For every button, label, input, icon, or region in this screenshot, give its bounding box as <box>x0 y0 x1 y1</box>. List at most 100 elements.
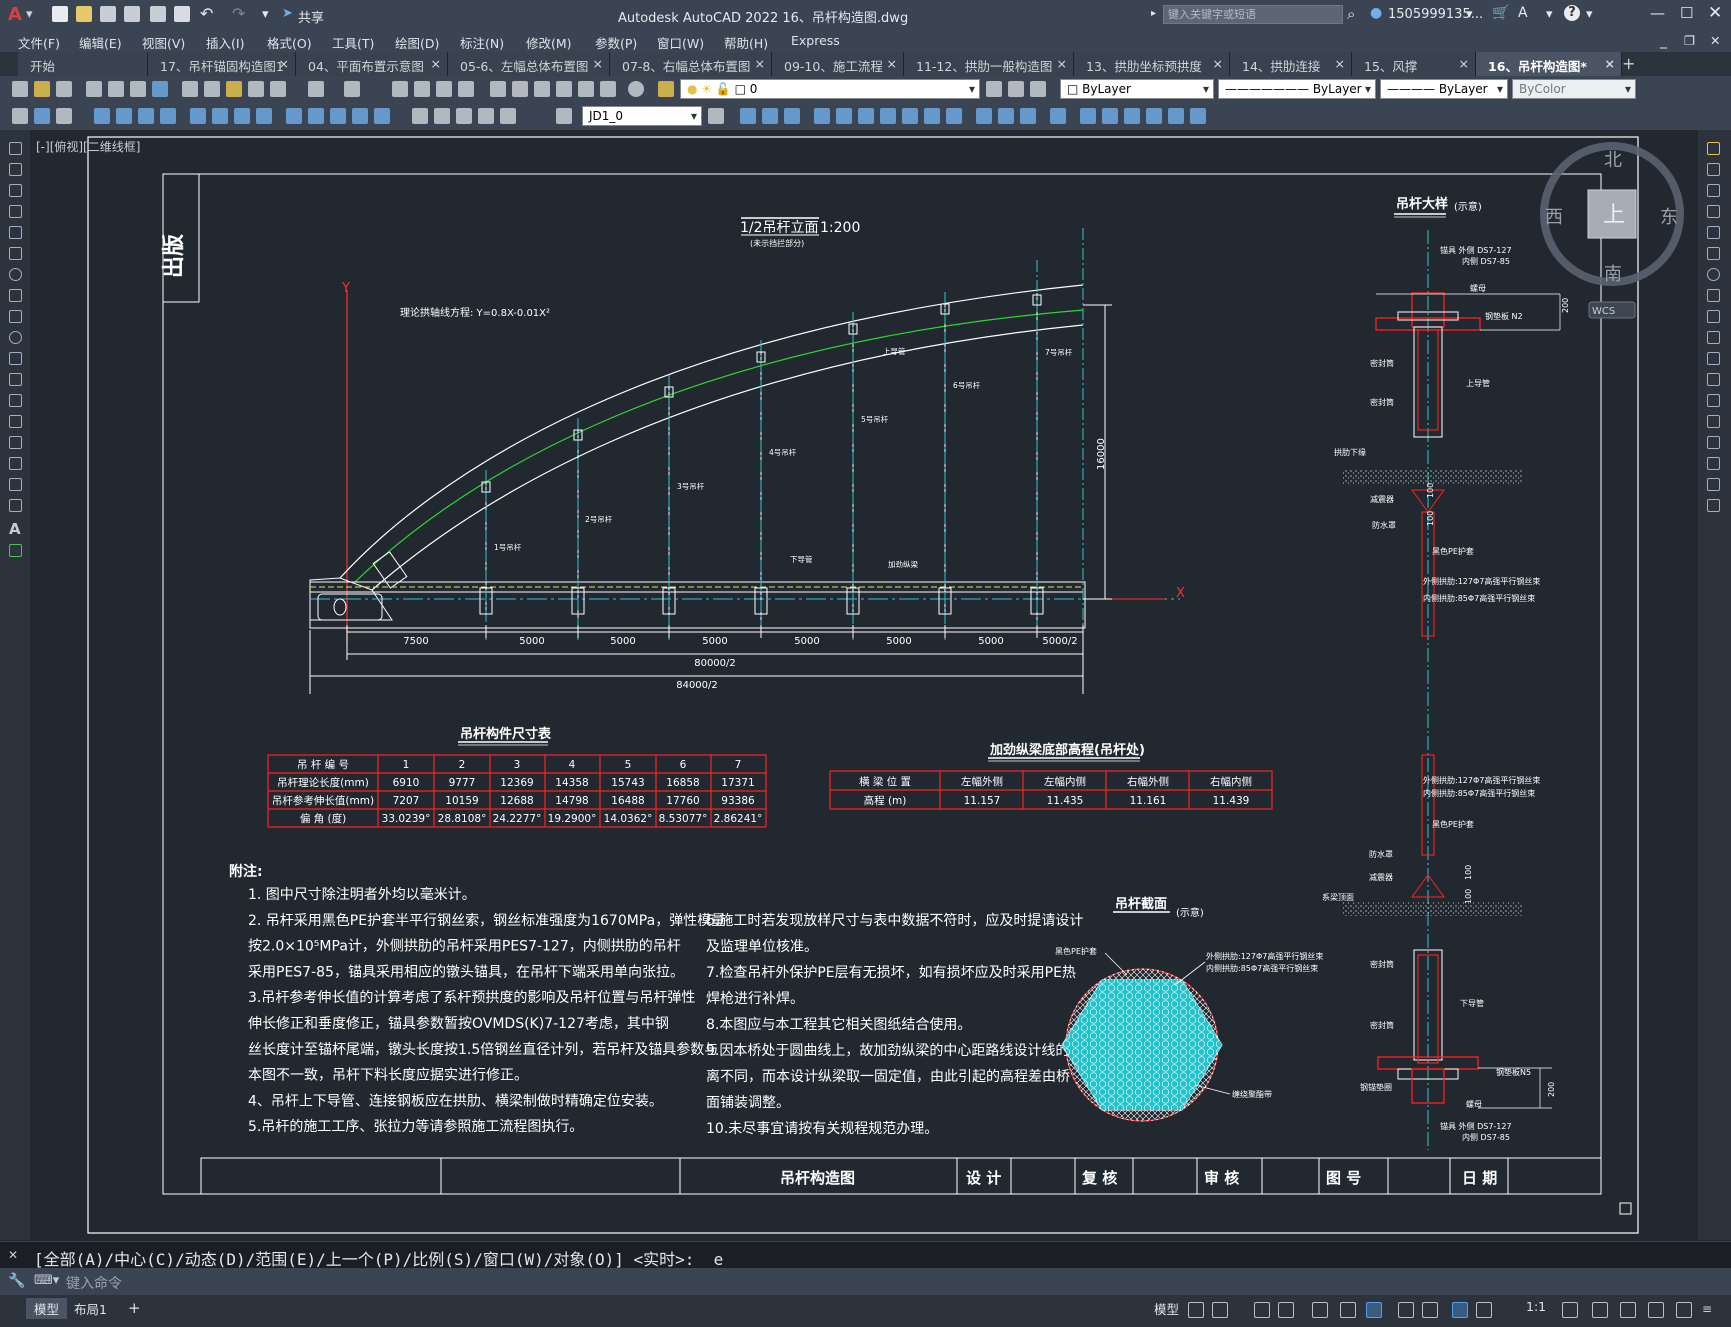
note-line: 6.施工时若发现放样尺寸与表中数据不符时，应及时提请设计 <box>706 912 1083 929</box>
detail-label: 密封筒 <box>1370 1020 1394 1030</box>
model-space-button[interactable]: 模型 <box>1146 1298 1187 1319</box>
command-input-bar[interactable]: 🔧 ⌨▾ 键入命令 <box>0 1268 1731 1295</box>
table-cell: 17371 <box>721 777 754 789</box>
osnap-tracking-icon[interactable] <box>1340 1302 1356 1318</box>
hanger-label-5: 5号吊杆 <box>861 414 889 424</box>
hanger-label-2: 2号吊杆 <box>585 514 613 524</box>
table-cell: 16858 <box>666 777 699 789</box>
dim-5000: 5000 <box>610 636 635 647</box>
dim-80000-half: 80000/2 <box>694 658 736 669</box>
detail-label: 减震器 <box>1370 494 1394 504</box>
detail-dim: 100 <box>1464 889 1473 904</box>
ortho-icon[interactable] <box>1254 1302 1270 1318</box>
section-label-inner: 内侧拱肋:85Φ7高强平行钢丝束 <box>1206 963 1318 973</box>
command-history-text: [全部(A)/中心(C)/动态(D)/范围(E)/上一个(P)/比例(S)/窗口… <box>34 1250 724 1269</box>
titleblock-drawing-name: 吊杆构造图 <box>780 1169 855 1187</box>
table-cell: 14.0362° <box>604 813 653 825</box>
table-header-cell: 右幅外侧 <box>1127 775 1169 788</box>
arch-axis-line <box>354 309 1084 583</box>
detail-label: 螺母 <box>1466 1099 1482 1109</box>
table-cell: 吊杆参考伸长值(mm) <box>272 794 374 807</box>
table-cell: 12369 <box>500 777 533 789</box>
section-label-outer: 外侧拱肋:127Φ7高强平行钢丝束 <box>1206 951 1323 961</box>
table-header-cell: 左幅外侧 <box>961 775 1003 788</box>
note-line: 离不同，而本设计纵梁取一固定值，由此引起的高程差由桥 <box>706 1068 1070 1085</box>
beam-void <box>333 598 347 616</box>
hanger-label-3: 3号吊杆 <box>677 481 705 491</box>
elev-title: 1/2吊杆立面 <box>740 220 819 236</box>
y-axis-label: Y <box>341 281 350 296</box>
detail-leaders <box>1376 293 1561 1109</box>
detail-label: 内侧 DS7-85 <box>1462 256 1510 266</box>
plus-icon[interactable] <box>1592 1302 1608 1318</box>
wrench-icon[interactable]: 🔧 <box>8 1273 25 1289</box>
dim-5000-half: 5000/2 <box>1042 636 1077 647</box>
clean-screen-icon[interactable] <box>1676 1302 1692 1318</box>
command-input[interactable]: 键入命令 <box>66 1273 122 1293</box>
table-header-cell: 横 梁 位 置 <box>859 775 911 788</box>
elev-scale: 1:200 <box>820 220 860 236</box>
table-cell: 14798 <box>555 795 588 807</box>
detail-label: 钢垫板 N2 <box>1485 311 1523 321</box>
detail-label: 内侧拱肋:85Φ7高强平行钢丝束 <box>1423 788 1535 798</box>
detail-label: 密封筒 <box>1370 358 1394 368</box>
titleblock-designer: 设 计 <box>966 1169 1001 1187</box>
note-line: 9.因本桥处于圆曲线上，故加劲纵梁的中心距路线设计线的距 <box>706 1043 1083 1059</box>
section-label-wrap: 缠绕聚酯带 <box>1232 1089 1272 1099</box>
polar-icon[interactable] <box>1278 1302 1294 1318</box>
tab-model[interactable]: 模型 <box>26 1298 68 1319</box>
table-header-cell: 6 <box>680 759 687 771</box>
menu-icon[interactable]: ≡ <box>1702 1302 1718 1318</box>
note-line: 本图不一致，吊杆下料长度应据实进行修正。 <box>248 1067 528 1084</box>
notes-right: 6.施工时若发现放样尺寸与表中数据不符时，应及时提请设计 及监理单位核准。 7.检… <box>706 912 1083 1137</box>
grid-icon[interactable] <box>1188 1302 1204 1318</box>
isolate-icon[interactable] <box>1620 1302 1636 1318</box>
detail-arch-bottom <box>1342 470 1522 484</box>
detail-dim: 200 <box>1547 1082 1556 1097</box>
detail-label: 密封筒 <box>1370 959 1394 969</box>
note-line: 7.检查吊杆外保护PE层有无损坏，如有损坏应及时采用PE热 <box>706 964 1076 981</box>
detail-label: 内侧拱肋:85Φ7高强平行钢丝束 <box>1423 593 1535 603</box>
detail-dim: 100 <box>1426 483 1435 498</box>
add-layout-button[interactable]: + <box>120 1298 149 1318</box>
table-cell: 8.53077° <box>659 813 708 825</box>
lineweight-icon[interactable] <box>1398 1302 1414 1318</box>
drawing-svg: 出版 1/2吊杆立面 1:200 (未示挡拦部分) Y 理论拱轴线方程: Y=0… <box>87 136 1684 1234</box>
hanger-label-7: 7号吊杆 <box>1045 347 1073 357</box>
compass-west: 西 <box>1545 207 1563 228</box>
detail-label: 钢锚垫圈 <box>1360 1082 1392 1092</box>
hardware-accel-icon[interactable] <box>1648 1302 1664 1318</box>
note-line: 伸长修正和垂度修正，锚具参数暂按OVMDS(K)7-127考虑，其中钢 <box>248 1015 669 1032</box>
detail-label: 上导管 <box>1466 378 1490 388</box>
dim-5000: 5000 <box>519 636 544 647</box>
isodraft-icon[interactable] <box>1312 1302 1328 1318</box>
close-icon[interactable]: ✕ <box>8 1248 18 1262</box>
detail-title: 吊杆大样 <box>1396 196 1448 212</box>
osnap-icon[interactable] <box>1366 1302 1382 1318</box>
command-prompt-icon[interactable]: ⌨▾ <box>34 1273 59 1288</box>
dim-5000: 5000 <box>794 636 819 647</box>
elev-subtitle: (未示挡拦部分) <box>750 238 804 248</box>
table-cell: 11.439 <box>1213 795 1250 807</box>
annotation-visibility-icon[interactable] <box>1452 1302 1468 1318</box>
tab-layout1[interactable]: 布局1 <box>66 1298 115 1319</box>
ucs-menu: WCS <box>1592 306 1615 317</box>
dim-5000: 5000 <box>702 636 727 647</box>
transparency-icon[interactable] <box>1422 1302 1438 1318</box>
note-line: 10.未尽事宜请按有关规程规范办理。 <box>706 1120 938 1137</box>
detail-label: 系梁顶面 <box>1322 892 1354 902</box>
table-header-cell: 2 <box>459 759 466 771</box>
detail-label: 锚具 外侧 DS7-127 <box>1440 1121 1512 1131</box>
command-history: ✕ [全部(A)/中心(C)/动态(D)/范围(E)/上一个(P)/比例(S)/… <box>0 1241 1731 1269</box>
arch-foot-block <box>372 551 408 589</box>
viewcube: 上 北 南 东 西 WCS <box>1540 142 1684 319</box>
table-cell: 11.157 <box>964 795 1001 807</box>
auto-scale-icon[interactable] <box>1476 1302 1492 1318</box>
detail-dim: 100 <box>1426 511 1435 526</box>
table-header-cell: 吊 杆 编 号 <box>297 758 349 771</box>
annotation-scale[interactable]: 1:1 <box>1518 1298 1554 1315</box>
gear-icon[interactable] <box>1562 1302 1578 1318</box>
x-axis-label: X <box>1176 586 1185 601</box>
table-header-cell: 4 <box>569 759 576 771</box>
snap-icon[interactable] <box>1212 1302 1228 1318</box>
